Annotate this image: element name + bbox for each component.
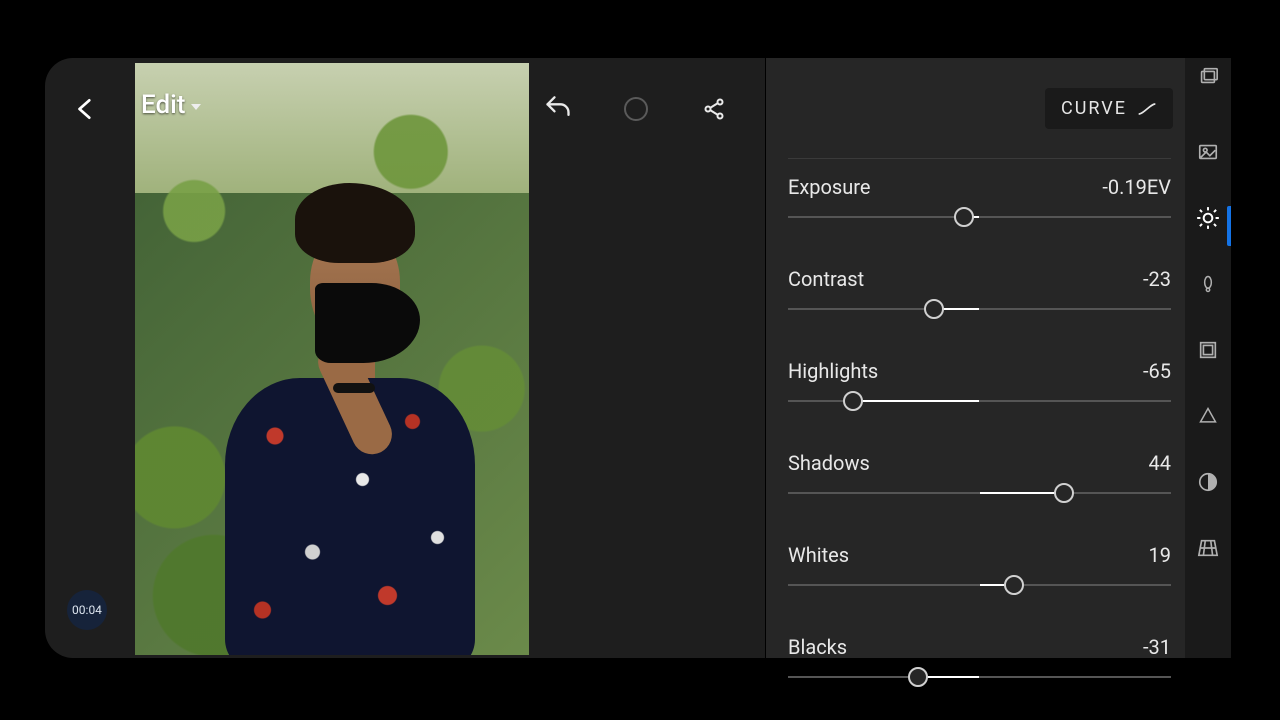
page-title: Edit (141, 90, 185, 120)
slider-value: -23 (1143, 267, 1171, 291)
slider-value: 44 (1149, 451, 1171, 475)
preview-tool-icon[interactable] (1194, 138, 1222, 166)
undo-icon[interactable] (543, 94, 573, 124)
curve-button-label: CURVE (1061, 98, 1127, 119)
gallery-tool-icon[interactable] (1194, 62, 1222, 90)
slider-track[interactable] (788, 483, 1171, 503)
slider-knob[interactable] (1054, 483, 1074, 503)
slider-knob[interactable] (1004, 575, 1024, 595)
slider-label: Contrast (788, 267, 864, 291)
edit-dropdown[interactable]: Edit (141, 90, 201, 120)
detail-tool-icon[interactable] (1194, 402, 1222, 430)
slider-track[interactable] (788, 299, 1171, 319)
slider-label: Whites (788, 543, 849, 567)
slider-label: Highlights (788, 359, 878, 383)
slider-value: -65 (1143, 359, 1171, 383)
slider-knob[interactable] (954, 207, 974, 227)
back-icon[interactable] (73, 96, 99, 122)
slider-value: -31 (1143, 635, 1171, 659)
share-icon[interactable] (699, 94, 729, 124)
video-timer[interactable]: 00:04 (67, 590, 107, 630)
light-panel: CURVE Exposure -0.19EV Contrast -23 Highligh… (765, 58, 1193, 658)
record-icon[interactable] (621, 94, 651, 124)
slider-label: Blacks (788, 635, 847, 659)
tool-strip (1185, 58, 1231, 658)
slider-track[interactable] (788, 667, 1171, 687)
slider-blacks: Blacks -31 (788, 625, 1171, 687)
slider-contrast: Contrast -23 (788, 257, 1171, 319)
active-tool-indicator (1227, 206, 1231, 246)
slider-whites: Whites 19 (788, 533, 1171, 595)
slider-track[interactable] (788, 391, 1171, 411)
geometry-tool-icon[interactable] (1194, 534, 1222, 562)
timer-text: 00:04 (72, 603, 102, 617)
slider-shadows: Shadows 44 (788, 441, 1171, 503)
curve-icon (1137, 102, 1157, 116)
slider-knob[interactable] (908, 667, 928, 687)
curve-button[interactable]: CURVE (1045, 88, 1173, 129)
slider-track[interactable] (788, 207, 1171, 227)
slider-highlights: Highlights -65 (788, 349, 1171, 411)
slider-value: -0.19EV (1102, 175, 1171, 199)
optics-tool-icon[interactable] (1194, 468, 1222, 496)
app-frame: Edit CURVE Exposure -0.19EV Contrast -23 Hig… (45, 58, 1225, 658)
light-tool-icon[interactable] (1194, 204, 1222, 232)
slider-label: Shadows (788, 451, 870, 475)
sliders-container: Exposure -0.19EV Contrast -23 Highlights -65 S… (788, 158, 1171, 687)
slider-exposure: Exposure -0.19EV (788, 165, 1171, 227)
slider-track[interactable] (788, 575, 1171, 595)
slider-knob[interactable] (924, 299, 944, 319)
crop-tool-icon[interactable] (1194, 336, 1222, 364)
slider-value: 19 (1149, 543, 1171, 567)
color-tool-icon[interactable] (1194, 270, 1222, 298)
chevron-down-icon (191, 104, 201, 110)
photo-preview[interactable] (135, 63, 529, 655)
slider-label: Exposure (788, 175, 870, 199)
slider-knob[interactable] (843, 391, 863, 411)
